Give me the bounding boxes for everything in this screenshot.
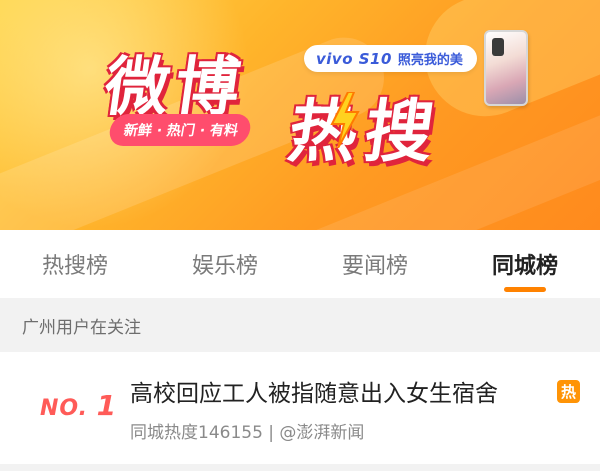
rank-number: 1 — [96, 389, 118, 422]
tab-hot-search[interactable]: 热搜榜 — [0, 230, 150, 298]
hot-search-banner: 微博 热搜 新鲜 · 热门 · 有料 vivo S10 照亮我的美 — [0, 0, 600, 230]
sponsor-brand: vivo S10 — [316, 49, 392, 68]
phone-camera — [492, 38, 504, 56]
hot-badge: 热 — [557, 380, 580, 403]
rank-label: NO. 1 — [40, 389, 117, 422]
rank-prefix: NO. — [40, 396, 88, 421]
section-header: 广州用户在关注 — [0, 298, 600, 352]
lightning-bolt-icon — [330, 92, 360, 148]
sponsor-phone-image[interactable] — [484, 30, 528, 106]
active-tab-indicator — [504, 287, 546, 292]
tab-local[interactable]: 同城榜 — [450, 230, 600, 298]
sponsor-tagline: 照亮我的美 — [397, 53, 463, 68]
item-meta: 同城热度146155 | @澎湃新闻 — [130, 423, 365, 443]
sponsor-badge[interactable]: vivo S10 照亮我的美 — [304, 45, 477, 72]
item-headline[interactable]: 高校回应工人被指随意出入女生宿舍 — [130, 374, 530, 408]
list-item[interactable]: NO. 1 高校回应工人被指随意出入女生宿舍 同城热度146155 | @澎湃新… — [0, 352, 600, 464]
banner-title-resou: 热搜 — [283, 93, 447, 172]
tab-label: 要闻榜 — [341, 254, 408, 279]
tab-label: 热搜榜 — [41, 254, 108, 279]
divider — [0, 464, 600, 471]
tab-news[interactable]: 要闻榜 — [300, 230, 450, 298]
ranking-tabs: 热搜榜 娱乐榜 要闻榜 同城榜 — [0, 230, 600, 298]
tab-entertainment[interactable]: 娱乐榜 — [150, 230, 300, 298]
banner-slogan: 新鲜 · 热门 · 有料 — [107, 114, 253, 146]
tab-label: 同城榜 — [491, 254, 558, 279]
tab-label: 娱乐榜 — [191, 254, 258, 279]
section-header-label: 广州用户在关注 — [22, 317, 141, 338]
